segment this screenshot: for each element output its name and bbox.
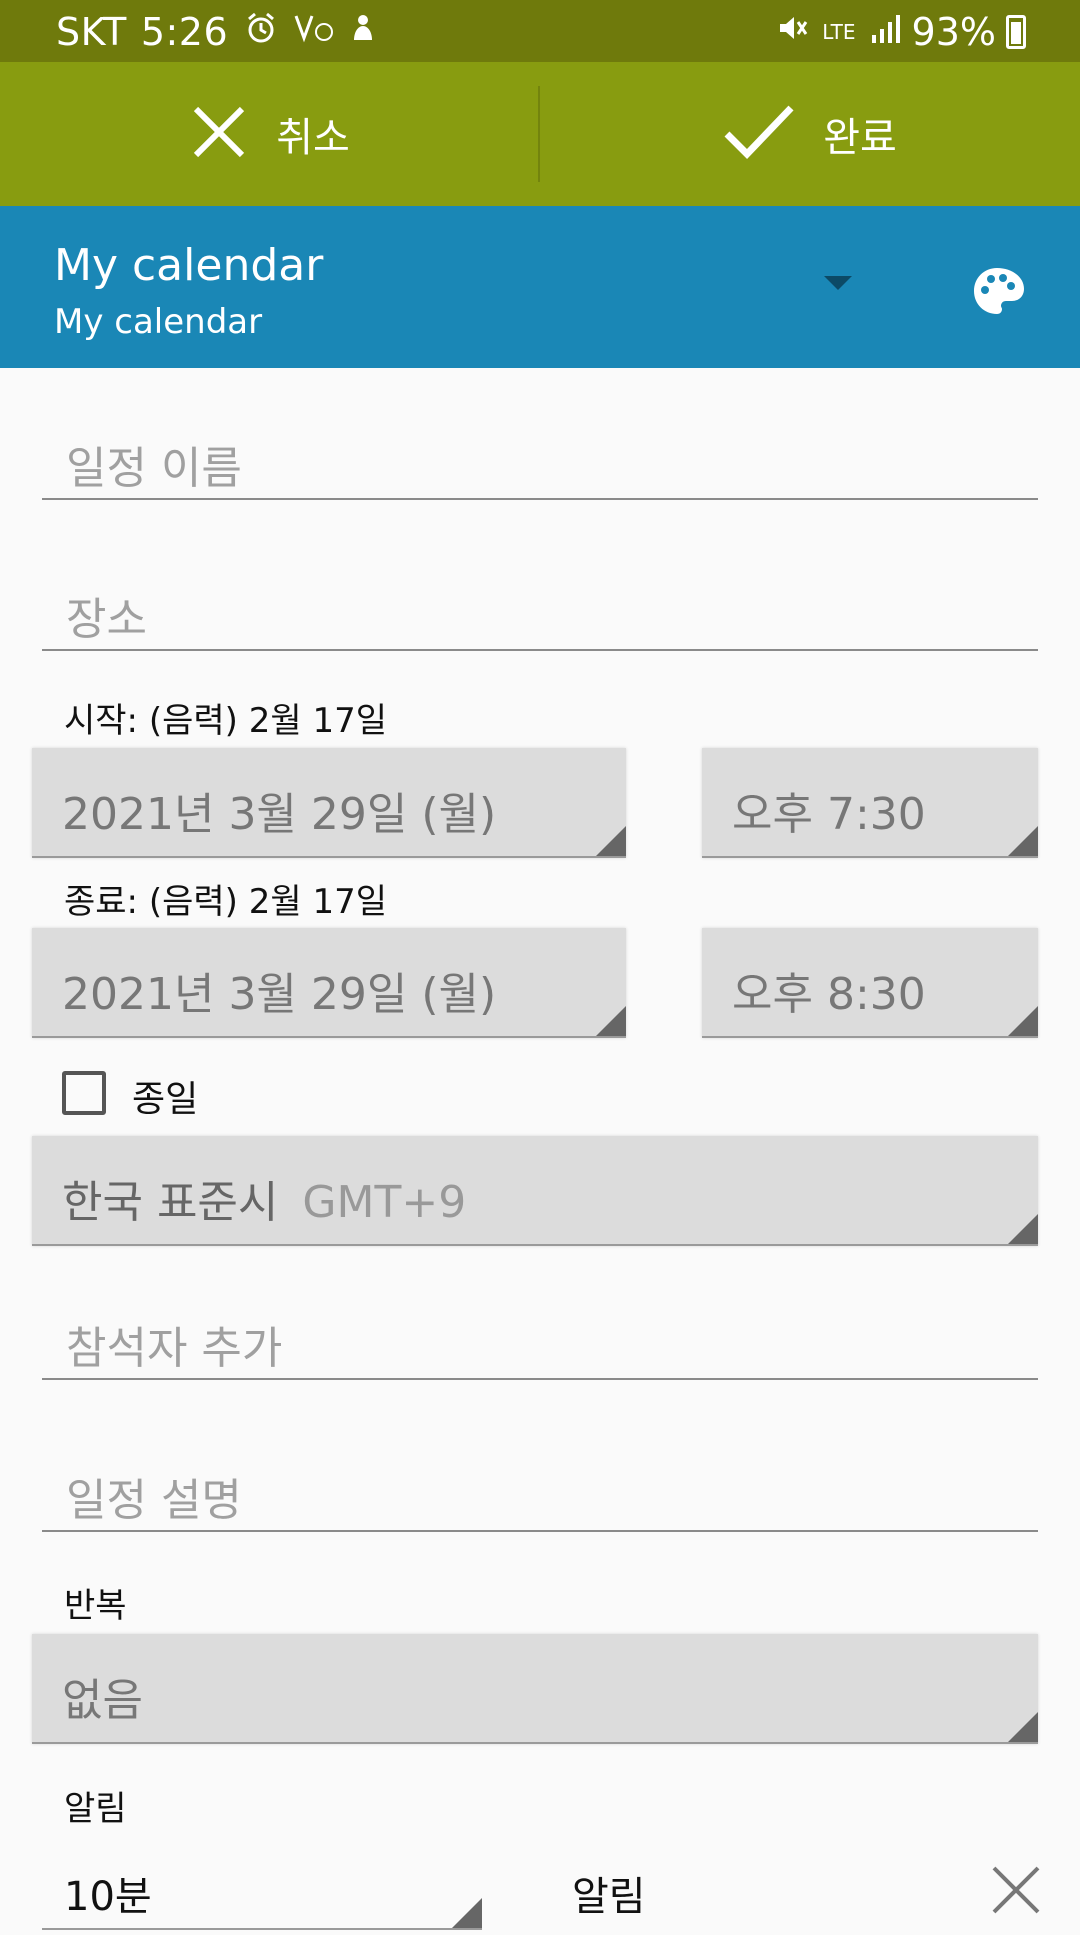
notification-icon [350,12,376,52]
attendees-placeholder: 참석자 추가 [66,1323,283,1374]
reminder-time-spinner[interactable]: 10분 [42,1854,482,1930]
signal-icon [870,13,900,51]
start-date-value: 2021년 3월 29일 (월) [62,789,497,840]
start-time-spinner[interactable]: 오후 7:30 [702,748,1038,858]
clock-text: 5:26 [140,10,229,54]
timezone-offset: GMT+9 [302,1177,467,1228]
reminder-label: 알림 [64,1789,127,1829]
spinner-corner-icon [596,826,626,856]
palette-icon[interactable] [970,264,1024,322]
repeat-spinner[interactable]: 없음 [32,1634,1038,1744]
start-time-value: 오후 7:30 [732,789,926,840]
spinner-corner-icon [1008,826,1038,856]
end-date-value: 2021년 3월 29일 (월) [62,969,497,1020]
close-icon [190,103,248,165]
calendar-selector[interactable]: My calendar My calendar [0,206,1080,368]
spinner-corner-icon [596,1006,626,1036]
spinner-corner-icon [452,1898,482,1928]
spinner-corner-icon [1008,1712,1038,1742]
attendees-input[interactable]: 참석자 추가 [42,1290,1038,1380]
status-right: LTE 93% [762,10,1026,54]
all-day-label: 종일 [132,1079,199,1120]
description-placeholder: 일정 설명 [66,1475,242,1526]
start-date-spinner[interactable]: 2021년 3월 29일 (월) [32,748,626,858]
location-placeholder: 장소 [66,594,147,645]
event-title-input[interactable]: 일정 이름 [42,410,1038,500]
timezone-spinner[interactable]: 한국 표준시 GMT+9 [32,1136,1038,1246]
check-icon [723,104,795,164]
all-day-checkbox[interactable] [62,1071,106,1115]
location-input[interactable]: 장소 [42,561,1038,651]
done-button[interactable]: 완료 [540,62,1080,206]
end-date-spinner[interactable]: 2021년 3월 29일 (월) [32,928,626,1038]
repeat-value: 없음 [62,1675,143,1726]
status-left: SKT 5:26 [56,10,376,54]
carrier-text: SKT [56,10,127,54]
mute-icon [776,12,808,52]
battery-icon [1006,15,1026,49]
network-type: LTE [822,20,856,44]
close-icon[interactable] [990,1864,1042,1920]
cancel-label: 취소 [276,115,350,161]
spinner-corner-icon [1008,1006,1038,1036]
event-title-placeholder: 일정 이름 [66,443,242,494]
done-label: 완료 [823,115,897,161]
end-time-value: 오후 8:30 [732,969,926,1020]
reminder-time-value: 10분 [64,1874,152,1920]
end-label: 종료: (음력) 2월 17일 [64,882,387,922]
reminder-type[interactable]: 알림 [572,1864,646,1922]
alarm-icon [244,11,278,53]
calendar-account: My calendar [54,302,263,342]
end-time-spinner[interactable]: 오후 8:30 [702,928,1038,1038]
timezone-value: 한국 표준시 GMT+9 [62,1166,466,1230]
description-input[interactable]: 일정 설명 [42,1442,1038,1532]
calendar-title: My calendar [54,240,324,291]
battery-percent: 93% [911,10,996,54]
spinner-corner-icon [1008,1214,1038,1244]
cancel-button[interactable]: 취소 [0,62,540,206]
repeat-label: 반복 [64,1586,127,1626]
chevron-down-icon[interactable] [824,276,852,290]
start-label: 시작: (음력) 2월 17일 [64,701,387,741]
status-bar: SKT 5:26 LTE 93% [0,0,1080,62]
timezone-name: 한국 표준시 [62,1177,279,1228]
volte-icon [294,12,334,52]
action-bar: 취소 완료 [0,62,1080,206]
